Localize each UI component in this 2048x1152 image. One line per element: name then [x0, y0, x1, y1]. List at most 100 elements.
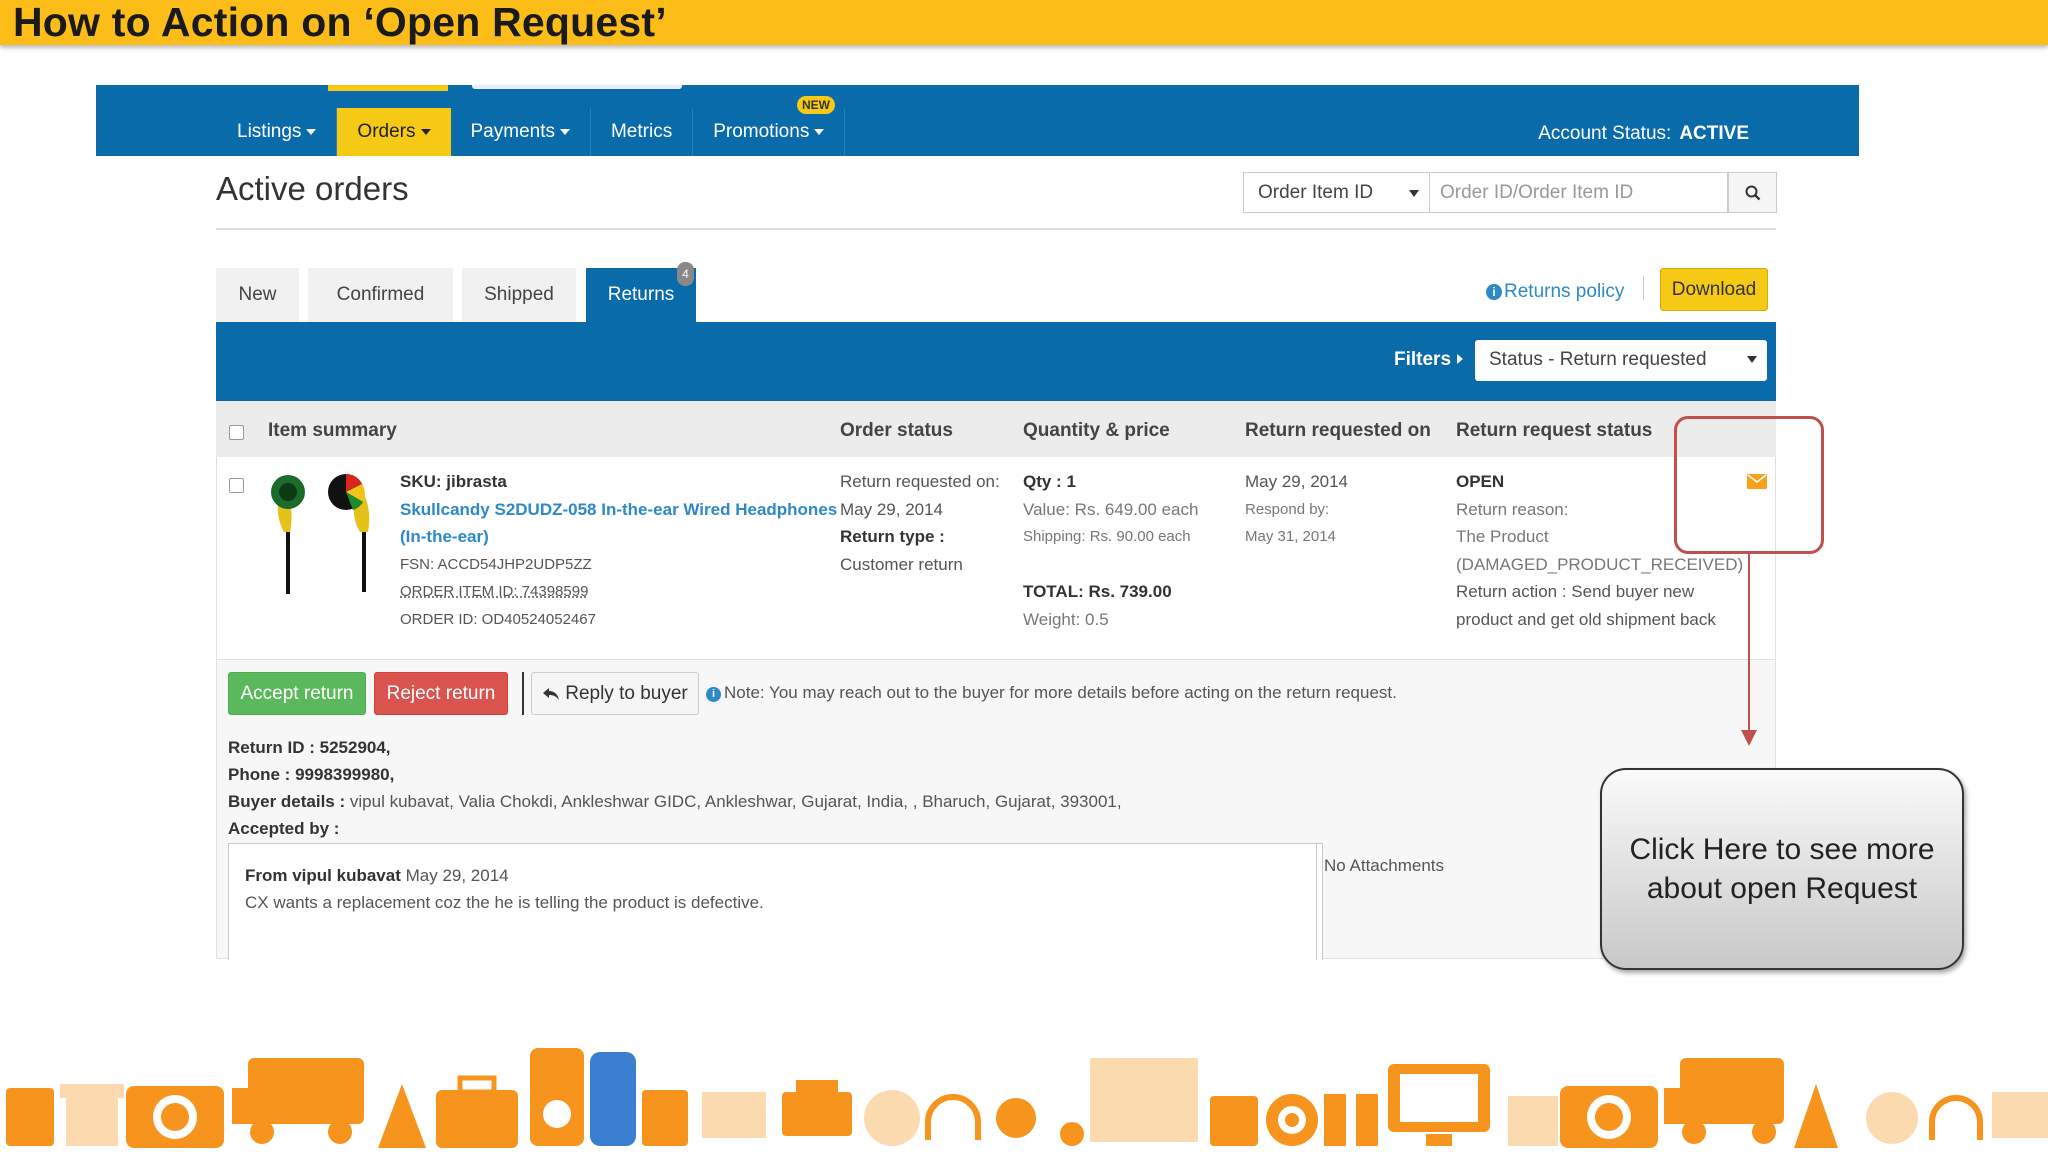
return-action-line1: Return action : Send buyer new — [1456, 582, 1695, 601]
quantity: Qty : 1 — [1023, 472, 1076, 491]
caret-down-icon — [814, 129, 825, 135]
respond-by-date: May 31, 2014 — [1245, 528, 1336, 545]
request-status-value: OPEN — [1456, 472, 1505, 491]
column-header-return-request-status: Return request status — [1456, 420, 1653, 441]
account-status-value: ACTIVE — [1679, 123, 1749, 144]
product-fsn: FSN: ACCD54JHP2UDP5ZZ — [400, 556, 592, 573]
info-icon: i — [706, 687, 721, 702]
caret-right-icon — [1457, 354, 1463, 364]
total-price: TOTAL: Rs. 739.00 — [1023, 582, 1172, 601]
monitor-icon — [702, 1092, 766, 1138]
column-header-quantity-price: Quantity & price — [1023, 420, 1170, 441]
gear-icon — [1060, 1122, 1084, 1146]
shipping-value: Shipping: Rs. 90.00 each — [1023, 528, 1191, 545]
search-button[interactable] — [1728, 172, 1777, 213]
headphones-icon — [925, 1094, 981, 1140]
suitcase-icon — [436, 1075, 518, 1148]
cone-icon — [1794, 1084, 1838, 1148]
camera-icon — [1560, 1086, 1658, 1148]
caret-down-icon — [420, 129, 431, 135]
product-title-link[interactable]: Skullcandy S2DUDZ-058 In-the-ear Wired H… — [400, 496, 837, 523]
nav-item-metrics[interactable]: Metrics — [591, 108, 694, 156]
new-badge: NEW — [797, 96, 835, 114]
message-header: From vipul kubavat May 29, 2014 — [245, 866, 509, 885]
search-type-select[interactable]: Order Item ID — [1243, 172, 1430, 213]
returns-count-badge: 4 — [677, 262, 694, 286]
nav-item-payments[interactable]: Payments — [451, 108, 591, 156]
search-input[interactable]: Order ID/Order Item ID — [1430, 172, 1728, 213]
order-id: ORDER ID: OD40524052467 — [400, 611, 596, 628]
arrow-down-icon — [1741, 730, 1757, 746]
tab-shipped[interactable]: Shipped — [462, 268, 576, 322]
accept-return-button[interactable]: Accept return — [228, 672, 366, 715]
page-title: Active orders — [216, 170, 409, 207]
buyer-details: Buyer details : vipul kubavat, Valia Cho… — [228, 792, 1122, 811]
calendar-icon — [1210, 1096, 1258, 1146]
return-reason-label: Return reason: — [1456, 500, 1569, 519]
cone-icon — [378, 1084, 426, 1148]
main-nav: Listings Orders Payments Metrics Promoti… — [217, 108, 846, 156]
respond-by-label: Respond by: — [1245, 501, 1330, 518]
nav-item-listings[interactable]: Listings — [217, 108, 338, 156]
download-button[interactable]: Download — [1660, 268, 1768, 311]
buyer-phone: Phone : 9998399980, — [228, 765, 395, 784]
return-requested-label: Return requested on: — [840, 472, 1000, 491]
binoculars-icon — [1324, 1094, 1378, 1146]
gift-icon — [60, 1084, 124, 1146]
target-icon — [1266, 1094, 1318, 1146]
truck-icon — [1664, 1058, 1784, 1144]
caret-down-icon — [306, 129, 317, 135]
monitor-icon — [1388, 1064, 1490, 1146]
return-action-line2: product and get old shipment back — [1456, 610, 1716, 629]
product-thumbnail — [271, 474, 370, 594]
tab-new[interactable]: New — [216, 268, 299, 322]
select-all-checkbox[interactable] — [229, 425, 244, 440]
annotation-callout: Click Here to see more about open Reques… — [1600, 768, 1964, 970]
ipod-icon — [530, 1048, 584, 1146]
order-item-id-link[interactable]: ORDER ITEM ID: 74398599 — [400, 578, 588, 605]
calculator-icon — [6, 1088, 54, 1146]
product-title-link-cont[interactable]: (In-the-ear) — [400, 523, 489, 550]
book-icon — [1090, 1058, 1198, 1142]
annotation-highlight-box — [1674, 416, 1824, 554]
tab-confirmed[interactable]: Confirmed — [308, 268, 453, 322]
button-divider — [522, 672, 524, 715]
slide-title: How to Action on ‘Open Request’ — [13, 0, 667, 45]
clock-icon — [1866, 1092, 1918, 1144]
truck-icon — [232, 1058, 364, 1144]
return-type-value: Customer return — [840, 555, 963, 574]
reject-return-button[interactable]: Reject return — [374, 672, 508, 715]
requested-on-date: May 29, 2014 — [1245, 472, 1349, 491]
annotation-arrow-line — [1748, 554, 1750, 732]
item-value: Value: Rs. 649.00 each — [1023, 500, 1199, 519]
filters-label: Filters — [1394, 349, 1452, 370]
account-status: Account Status: ACTIVE — [1538, 123, 1749, 144]
search-icon — [1745, 185, 1760, 200]
return-type-label: Return type : — [840, 527, 945, 546]
monitor-icon — [1992, 1092, 2048, 1138]
reply-icon — [543, 687, 560, 700]
phone-icon — [590, 1052, 636, 1146]
row-checkbox[interactable] — [229, 478, 244, 493]
decorative-icon-strip — [6, 1048, 2048, 1148]
message-body: CX wants a replacement coz the he is tel… — [245, 893, 764, 912]
status-filter-select[interactable]: Status - Return requested — [1475, 340, 1767, 381]
return-reason-line2: (DAMAGED_PRODUCT_RECEIVED) — [1456, 555, 1744, 574]
clock-icon — [864, 1090, 920, 1146]
reply-to-buyer-button[interactable]: Reply to buyer — [531, 672, 699, 715]
return-reason-line1: The Product — [1456, 527, 1549, 546]
toolbar-divider — [1643, 276, 1644, 300]
nav-item-orders[interactable]: Orders — [337, 108, 451, 156]
accepted-by: Accepted by : — [228, 819, 340, 838]
gift-icon — [1508, 1096, 1558, 1146]
nav-item-promotions[interactable]: Promotions — [693, 108, 846, 156]
caret-down-icon — [559, 129, 570, 135]
title-divider — [216, 228, 1776, 230]
dropdown-arrow-icon — [1747, 356, 1757, 363]
reach-out-note: i Note: You may reach out to the buyer fo… — [706, 683, 1397, 703]
return-requested-date: May 29, 2014 — [840, 500, 944, 519]
return-id: Return ID : 5252904, — [228, 738, 391, 757]
slide-title-bar: How to Action on ‘Open Request’ — [0, 0, 2048, 45]
returns-policy-link[interactable]: i Returns policy — [1486, 281, 1624, 303]
info-icon: i — [1486, 284, 1502, 300]
